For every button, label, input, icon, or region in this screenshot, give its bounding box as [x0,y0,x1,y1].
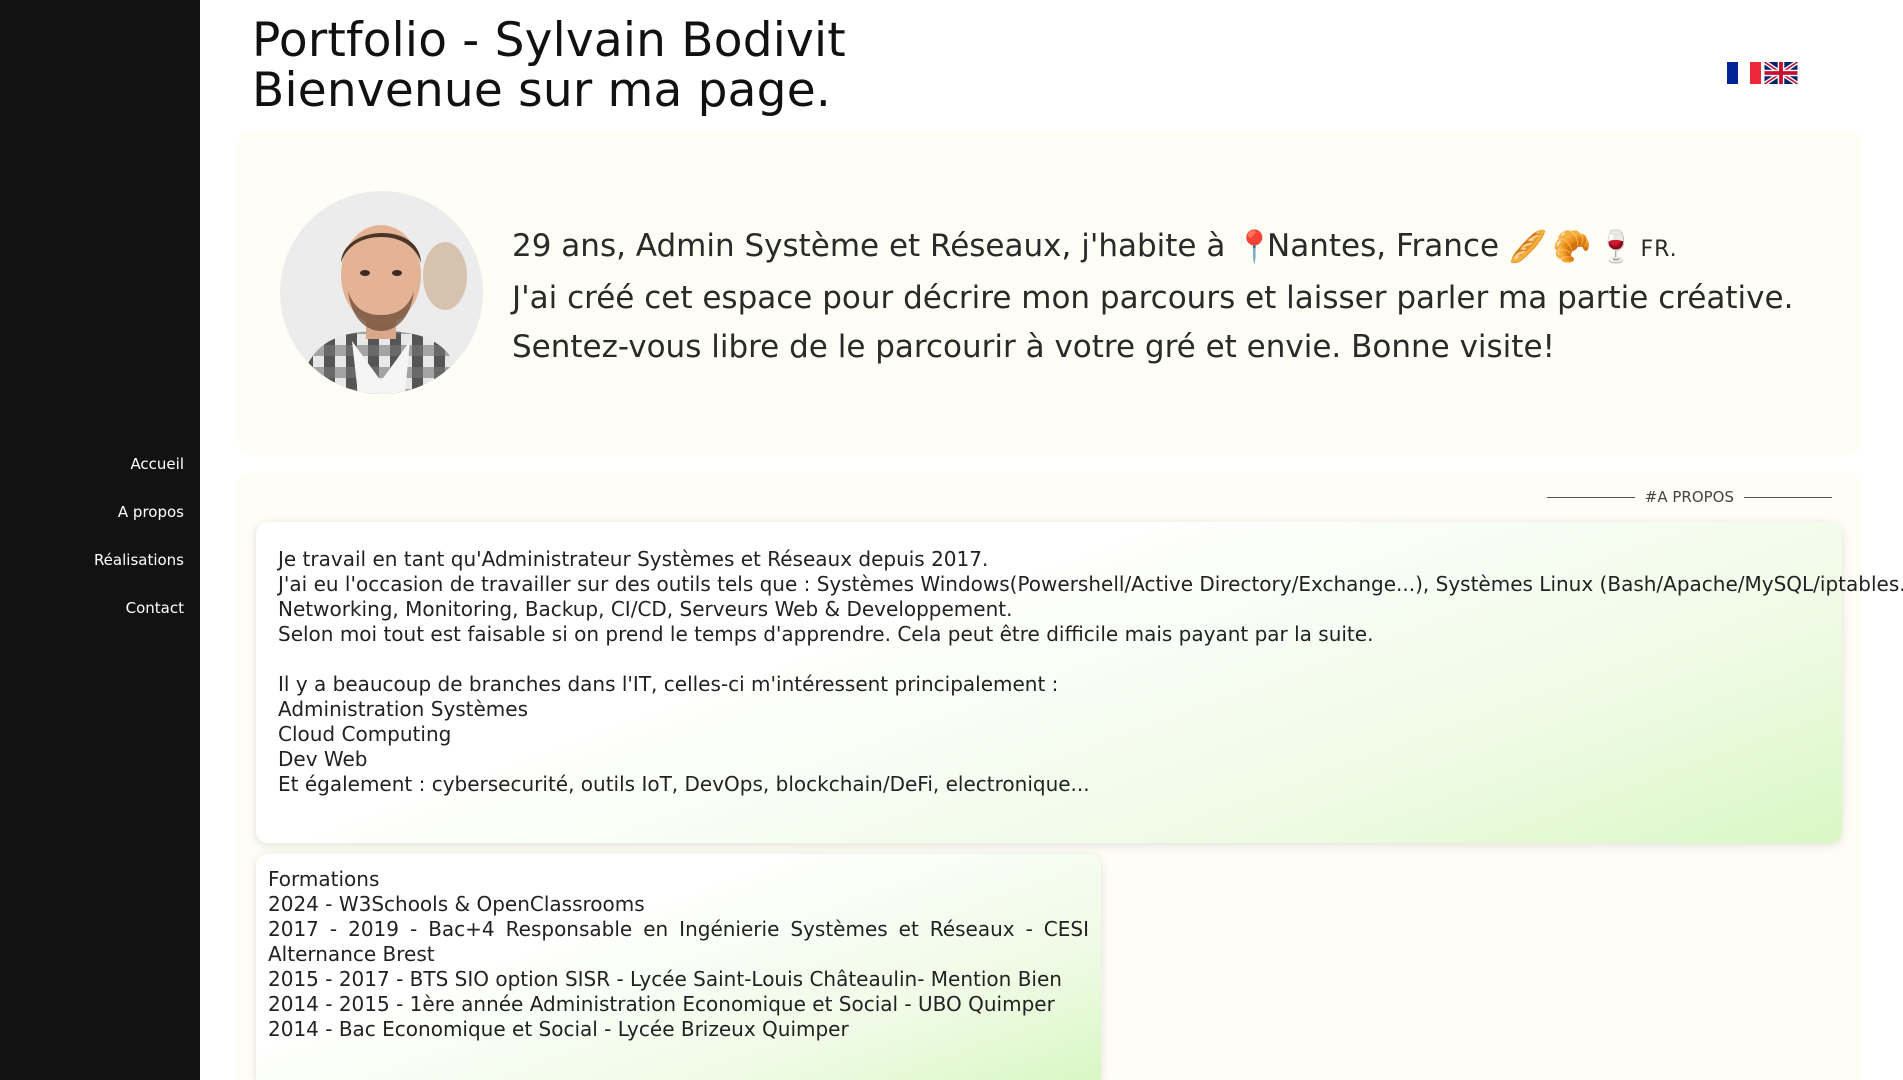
hero-intro: 29 ans, Admin Système et Réseaux, j'habi… [512,222,1793,372]
nav-item-realisations[interactable]: Réalisations [94,550,184,570]
hero-location: Nantes, France [1257,228,1509,264]
nav-item-contact[interactable]: Contact [94,598,184,618]
page-title: Portfolio - Sylvain Bodivit [252,13,846,68]
nav-item-a-propos[interactable]: A propos [94,502,184,522]
formation-item: 2015 - 2017 - BTS SIO option SISR - Lycé… [268,967,1062,991]
interest-item: Administration Systèmes [278,697,529,721]
formations-heading: Formations [268,867,380,891]
hero-section: 29 ans, Admin Système et Réseaux, j'habi… [238,130,1862,455]
baguette-icon: 🥖 [1508,229,1548,265]
interests-also: Et également : cybersecurité, outils IoT… [278,772,1090,796]
about-line: Selon moi tout est faisable si on prend … [278,622,1374,646]
formation-item: 2017 - 2019 - Bac+4 Responsable en Ingén… [268,917,1089,966]
language-switcher [1727,62,1798,84]
avatar [280,191,483,394]
map-pin-icon: 📍 [1235,229,1274,265]
about-card: Je travail en tant qu'Administrateur Sys… [256,522,1903,843]
hero-fr-tag: FR. [1640,237,1678,262]
hero-line-3: Sentez-vous libre de le parcourir à votr… [512,329,1555,365]
sidebar: Accueil A propos Réalisations Contact [0,0,200,1080]
about-line: Je travail en tant qu'Administrateur Sys… [278,547,989,571]
hero-age-job: 29 ans, Admin Système et Réseaux, j'habi… [512,228,1236,264]
section-label-text: #A PROPOS [1644,488,1734,506]
nav-item-accueil[interactable]: Accueil [94,454,184,474]
interests-intro: Il y a beaucoup de branches dans l'IT, c… [278,672,1059,696]
page-subtitle: Bienvenue sur ma page. [252,63,831,118]
formation-item: 2024 - W3Schools & OpenClassrooms [268,892,645,916]
page-header: Portfolio - Sylvain Bodivit Bienvenue su… [252,16,846,116]
interest-item: Dev Web [278,747,368,771]
about-section: #A PROPOS Je travail en tant qu'Administ… [238,472,1903,1080]
interest-item: Cloud Computing [278,722,452,746]
divider [1546,496,1635,498]
about-line: Networking, Monitoring, Backup, CI/CD, S… [278,597,1013,621]
section-label: #A PROPOS [1537,488,1842,506]
uk-flag-icon[interactable] [1764,62,1798,84]
hero-line-1: 29 ans, Admin Système et Réseaux, j'habi… [512,222,1793,274]
formation-item: 2014 - Bac Economique et Social - Lycée … [268,1017,849,1041]
fr-flag-icon[interactable] [1727,62,1761,84]
croissant-icon: 🥐 [1552,229,1592,265]
hero-line-2: J'ai créé cet espace pour décrire mon pa… [512,280,1794,316]
sidebar-nav: Accueil A propos Réalisations Contact [94,454,184,646]
formation-item: 2014 - 2015 - 1ère année Administration … [268,992,1055,1016]
about-line: J'ai eu l'occasion de travailler sur des… [278,572,1903,596]
formations-card: Formations 2024 - W3Schools & OpenClassr… [256,854,1101,1080]
divider [1744,496,1832,498]
wine-glass-icon: 🍷 [1596,229,1636,265]
